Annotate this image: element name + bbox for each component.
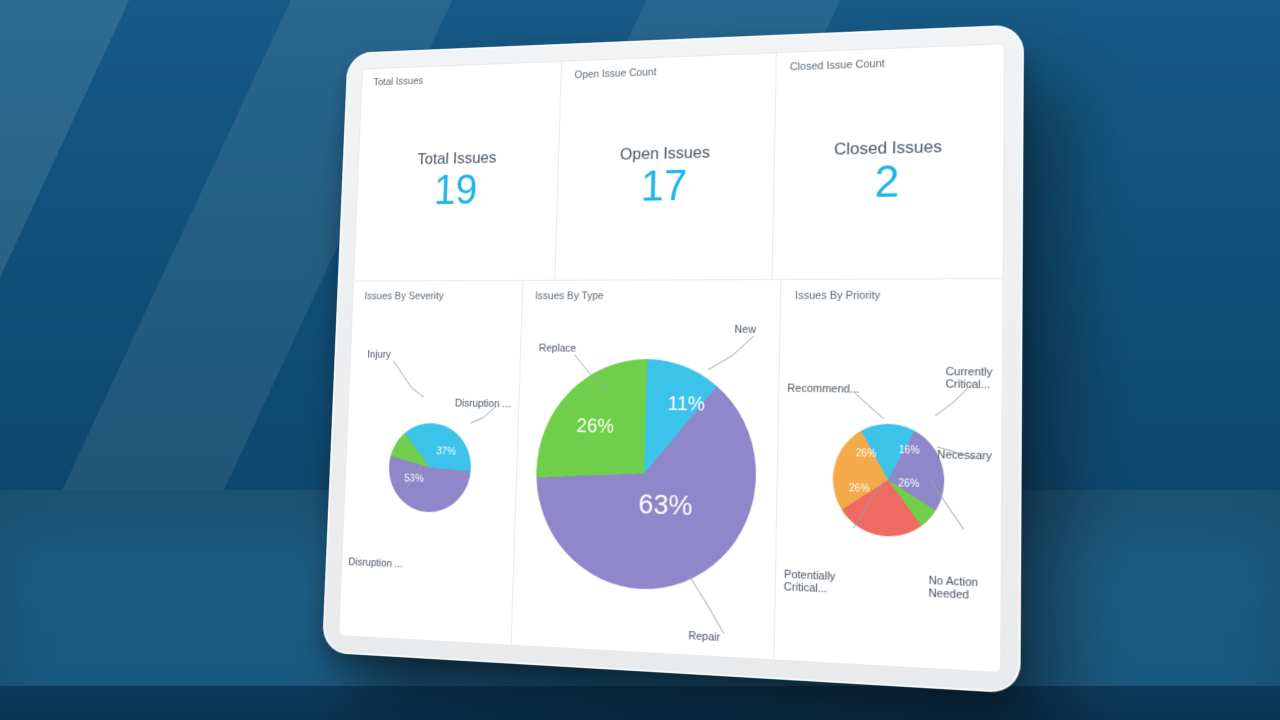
pie-area-severity: 37% 53% Injury Disruption ... Disruption… xyxy=(351,305,509,637)
callout-disruption-b: Disruption ... xyxy=(348,557,403,572)
callout-currently-critical: Currently Critical... xyxy=(945,365,992,392)
stat-body: Open Issues 17 xyxy=(569,78,762,271)
scene-backdrop: Total Issues Total Issues 19 Open Issue … xyxy=(0,0,1280,720)
pie-severity: 37% 53% xyxy=(387,423,472,514)
chart-card-type: Issues By Type 11% 63% 26% New Replace R… xyxy=(510,279,780,660)
pie-area-priority: 16% 26% 26% 26% Recommend... Currently C… xyxy=(789,305,989,663)
slice-pct-disruption-a: 37% xyxy=(436,446,456,458)
tablet-screen: Total Issues Total Issues 19 Open Issue … xyxy=(338,43,1005,673)
callout-necessary: Necessary xyxy=(937,448,992,463)
card-title: Issues By Priority xyxy=(795,289,989,301)
slice-pct-recommend: 26% xyxy=(856,448,877,460)
stat-value: 2 xyxy=(874,160,899,205)
charts-row: Issues By Severity 37% 53% Injury Disrup… xyxy=(338,279,1003,674)
tablet-wrap: Total Issues Total Issues 19 Open Issue … xyxy=(295,30,1015,670)
stats-row: Total Issues Total Issues 19 Open Issue … xyxy=(353,43,1005,281)
card-title: Issues By Severity xyxy=(364,290,509,302)
slice-pct-repair: 63% xyxy=(638,488,693,522)
callout-new: New xyxy=(734,323,756,336)
callout-injury: Injury xyxy=(367,349,391,361)
pie-area-type: 11% 63% 26% New Replace Repair xyxy=(524,305,766,651)
stat-label: Open Issues xyxy=(620,143,710,165)
chart-card-priority: Issues By Priority 16% 26% 26% 26% Recom… xyxy=(773,279,1003,674)
stat-card-closed: Closed Issue Count Closed Issues 2 xyxy=(771,43,1005,278)
callout-repair: Repair xyxy=(688,630,720,645)
stat-value: 17 xyxy=(640,165,687,209)
stat-card-open: Open Issue Count Open Issues 17 xyxy=(555,52,776,279)
stat-label: Closed Issues xyxy=(834,137,942,160)
pie-type: 11% 63% 26% xyxy=(533,358,758,594)
dashboard: Total Issues Total Issues 19 Open Issue … xyxy=(338,43,1005,673)
callout-replace: Replace xyxy=(539,342,577,355)
slice-pct-necessary: 26% xyxy=(898,478,919,490)
slice-pct-potentially-critical: 26% xyxy=(849,483,870,495)
card-title: Issues By Type xyxy=(535,290,767,302)
slice-pct-replace: 26% xyxy=(576,416,614,439)
slice-pct-disruption-b: 53% xyxy=(404,473,424,485)
callout-disruption-a: Disruption ... xyxy=(455,397,511,410)
stat-label: Total Issues xyxy=(417,148,497,169)
callout-potentially-critical: Potentially Critical... xyxy=(784,568,836,596)
callout-recommend: Recommend... xyxy=(787,382,859,396)
stat-body: Closed Issues 2 xyxy=(786,70,990,270)
stat-value: 19 xyxy=(433,169,478,211)
table-edge xyxy=(0,686,1280,720)
stat-body: Total Issues 19 xyxy=(366,86,548,273)
slice-pct-currently-critical: 16% xyxy=(899,445,920,457)
tablet-device: Total Issues Total Issues 19 Open Issue … xyxy=(322,24,1024,693)
stat-card-total: Total Issues Total Issues 19 xyxy=(353,61,561,280)
pie-priority: 16% 26% 26% 26% xyxy=(832,423,945,538)
slice-pct-new: 11% xyxy=(668,393,706,417)
callout-no-action: No Action Needed xyxy=(928,574,978,603)
chart-card-severity: Issues By Severity 37% 53% Injury Disrup… xyxy=(338,280,522,645)
